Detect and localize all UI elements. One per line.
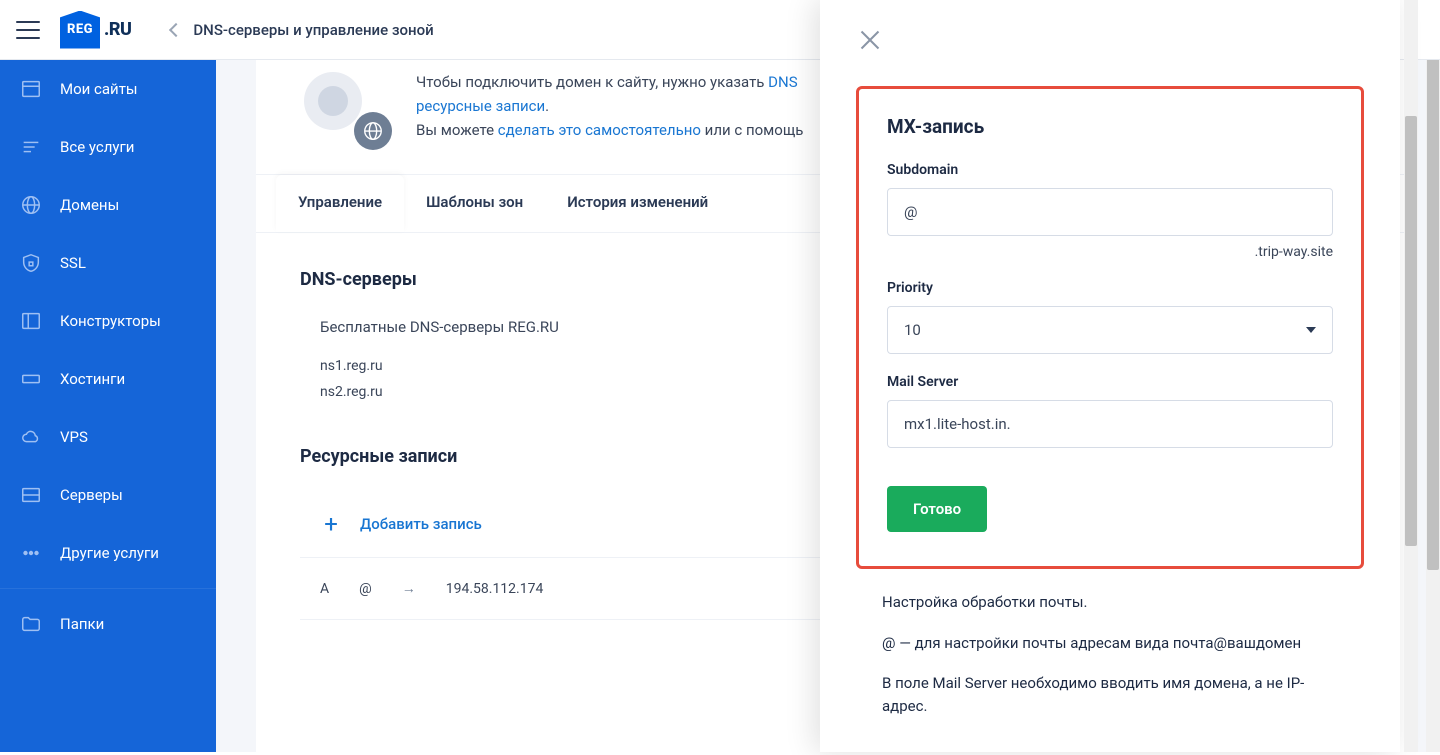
- mx-form-highlight: MX-запись Subdomain .trip-way.site Prior…: [856, 86, 1364, 569]
- mailserver-input[interactable]: [887, 400, 1333, 448]
- sidebar-item-label: Домены: [60, 196, 119, 214]
- cloud-icon: [20, 426, 42, 448]
- sidebar-item-hosting[interactable]: Хостинги: [0, 350, 216, 408]
- shield-lock-icon: [20, 252, 42, 274]
- link-resource-records[interactable]: ресурсные записи: [416, 97, 545, 115]
- sidebar-item-label: VPS: [60, 428, 88, 446]
- help-line: В поле Mail Server необходимо вводить им…: [882, 672, 1338, 717]
- add-record-label: Добавить запись: [360, 515, 482, 533]
- sidebar-item-label: Серверы: [60, 486, 123, 504]
- priority-label: Priority: [887, 280, 1333, 296]
- list-icon: [20, 136, 42, 158]
- chevron-left-icon: [169, 22, 183, 36]
- field-mailserver: Mail Server: [887, 374, 1333, 448]
- logo[interactable]: REG .RU: [60, 11, 131, 49]
- subdomain-label: Subdomain: [887, 162, 1333, 178]
- builder-icon: [20, 310, 42, 332]
- sidebar-item-folders[interactable]: Папки: [0, 595, 216, 653]
- notice-illustration: [296, 70, 392, 150]
- menu-toggle[interactable]: [16, 21, 40, 39]
- record-value: 194.58.112.174: [446, 581, 544, 597]
- globe-icon: [20, 194, 42, 216]
- breadcrumb[interactable]: DNS-серверы и управление зоной: [171, 21, 433, 39]
- subdomain-input[interactable]: [887, 188, 1333, 236]
- domain-suffix: .trip-way.site: [887, 244, 1333, 260]
- tab-history[interactable]: История изменений: [545, 175, 730, 232]
- sidebar-item-other[interactable]: Другие услуги: [0, 524, 216, 582]
- sites-icon: [20, 78, 42, 100]
- mailserver-label: Mail Server: [887, 374, 1333, 390]
- sidebar-item-servers[interactable]: Серверы: [0, 466, 216, 524]
- inner-scrollbar[interactable]: [1404, 0, 1418, 752]
- plus-icon: +: [320, 513, 342, 535]
- arrow-right-icon: →: [402, 580, 416, 597]
- help-line: @ — для настройки почты адресам вида поч…: [882, 632, 1338, 655]
- notice-text-fragment: Вы можете: [416, 121, 498, 139]
- logo-suffix: .RU: [104, 19, 131, 40]
- sidebar-item-all-services[interactable]: Все услуги: [0, 118, 216, 176]
- priority-value: 10: [904, 321, 921, 339]
- sidebar-item-my-sites[interactable]: Мои сайты: [0, 60, 216, 118]
- submit-button[interactable]: Готово: [887, 486, 987, 532]
- tab-management[interactable]: Управление: [276, 175, 404, 232]
- help-line: Настройка обработки почты.: [882, 591, 1338, 614]
- notice-text: Чтобы подключить домен к сайту, нужно ук…: [416, 70, 803, 150]
- server-icon: [20, 484, 42, 506]
- hosting-icon: [20, 368, 42, 390]
- outer-scrollbar[interactable]: [1426, 0, 1440, 752]
- sidebar-item-label: Хостинги: [60, 370, 125, 388]
- record-name: @: [359, 581, 372, 597]
- sidebar-item-domains[interactable]: Домены: [0, 176, 216, 234]
- sidebar: Мои сайты Все услуги Домены SSL Конструк…: [0, 60, 216, 752]
- breadcrumb-title: DNS-серверы и управление зоной: [193, 21, 433, 39]
- field-priority: Priority 10: [887, 280, 1333, 354]
- record-type: A: [320, 581, 329, 597]
- sidebar-item-label: Папки: [60, 615, 104, 633]
- folder-icon: [20, 613, 42, 635]
- sidebar-item-label: SSL: [60, 254, 86, 272]
- chevron-down-icon: [1306, 327, 1316, 333]
- sidebar-item-builders[interactable]: Конструкторы: [0, 292, 216, 350]
- notice-text-fragment: или с помощь: [701, 121, 803, 139]
- sidebar-item-label: Другие услуги: [60, 544, 159, 562]
- tab-zone-templates[interactable]: Шаблоны зон: [404, 175, 545, 232]
- logo-badge: REG: [60, 11, 100, 49]
- priority-select[interactable]: 10: [887, 306, 1333, 354]
- sidebar-item-ssl[interactable]: SSL: [0, 234, 216, 292]
- close-button[interactable]: [856, 26, 884, 54]
- help-text: Настройка обработки почты. @ — для настр…: [820, 569, 1400, 755]
- link-diy[interactable]: сделать это самостоятельно: [498, 121, 701, 139]
- globe-icon: [354, 112, 392, 150]
- form-title: MX-запись: [887, 115, 1333, 138]
- sidebar-item-label: Все услуги: [60, 138, 134, 156]
- sidebar-item-label: Конструкторы: [60, 312, 161, 330]
- link-dns[interactable]: DNS: [768, 73, 797, 91]
- sidebar-item-label: Мои сайты: [60, 80, 138, 98]
- sidebar-item-vps[interactable]: VPS: [0, 408, 216, 466]
- notice-text-fragment: Чтобы подключить домен к сайту, нужно ук…: [416, 73, 768, 91]
- sidebar-divider: [0, 588, 216, 589]
- mx-drawer: MX-запись Subdomain .trip-way.site Prior…: [820, 0, 1400, 752]
- field-subdomain: Subdomain .trip-way.site: [887, 162, 1333, 260]
- more-icon: [20, 542, 42, 564]
